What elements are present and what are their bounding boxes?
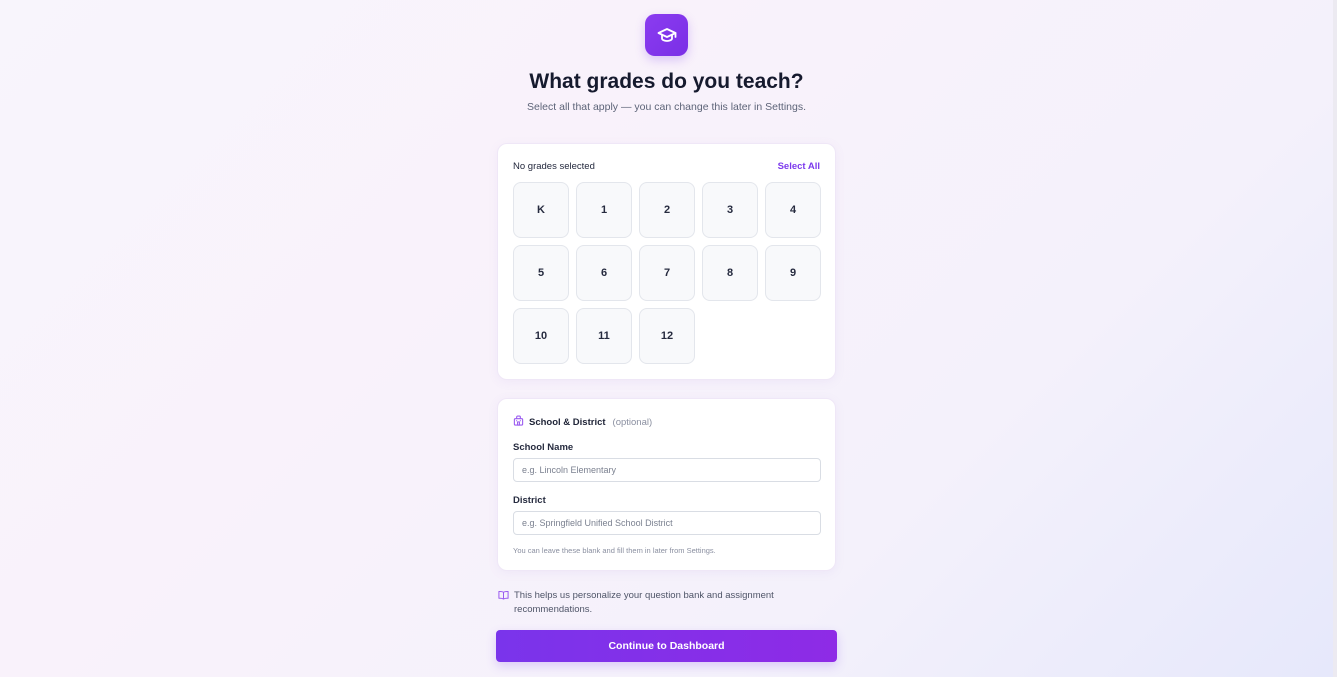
select-all-button[interactable]: Select All	[778, 161, 820, 172]
school-district-title: School & District	[529, 416, 606, 428]
book-open-icon	[498, 590, 509, 616]
grade-button-7[interactable]: 7	[639, 245, 695, 301]
grade-button-8[interactable]: 8	[702, 245, 758, 301]
grade-button-11[interactable]: 11	[576, 308, 632, 364]
graduation-cap-icon	[645, 14, 688, 56]
grade-button-10[interactable]: 10	[513, 308, 569, 364]
grade-button-4[interactable]: 4	[765, 182, 821, 238]
continue-to-dashboard-button[interactable]: Continue to Dashboard	[496, 630, 837, 662]
onboarding-page: What grades do you teach? Select all tha…	[0, 0, 1337, 677]
page-title: What grades do you teach?	[529, 70, 804, 93]
grade-button-k[interactable]: K	[513, 182, 569, 238]
grade-button-9[interactable]: 9	[765, 245, 821, 301]
district-label: District	[513, 495, 546, 506]
optional-label: (optional)	[612, 416, 653, 428]
page-subtitle: Select all that apply — you can change t…	[527, 101, 806, 113]
personalization-note-text: This helps us personalize your question …	[514, 590, 774, 615]
grade-button-5[interactable]: 5	[513, 245, 569, 301]
school-name-label: School Name	[513, 442, 574, 453]
grade-button-3[interactable]: 3	[702, 182, 758, 238]
grade-button-1[interactable]: 1	[576, 182, 632, 238]
school-hint-text: You can leave these blank and fill them …	[513, 546, 716, 555]
page-scrollbar[interactable]	[1333, 0, 1337, 677]
grade-button-2[interactable]: 2	[639, 182, 695, 238]
school-district-heading: School & District (optional)	[513, 415, 652, 429]
school-name-input[interactable]	[513, 458, 821, 482]
grades-card: No grades selected Select All K 1 2 3 4 …	[497, 143, 836, 380]
school-district-card: School & District (optional) School Name…	[497, 398, 836, 571]
grade-grid: K 1 2 3 4 5 6 7 8 9 10 11 12	[513, 182, 821, 364]
grade-button-6[interactable]: 6	[576, 245, 632, 301]
school-icon	[513, 415, 524, 429]
personalization-note: This helps us personalize your question …	[498, 589, 798, 616]
grade-button-12[interactable]: 12	[639, 308, 695, 364]
district-input[interactable]	[513, 511, 821, 535]
grades-selection-status: No grades selected	[513, 161, 595, 172]
grades-header: No grades selected Select All	[513, 161, 820, 172]
